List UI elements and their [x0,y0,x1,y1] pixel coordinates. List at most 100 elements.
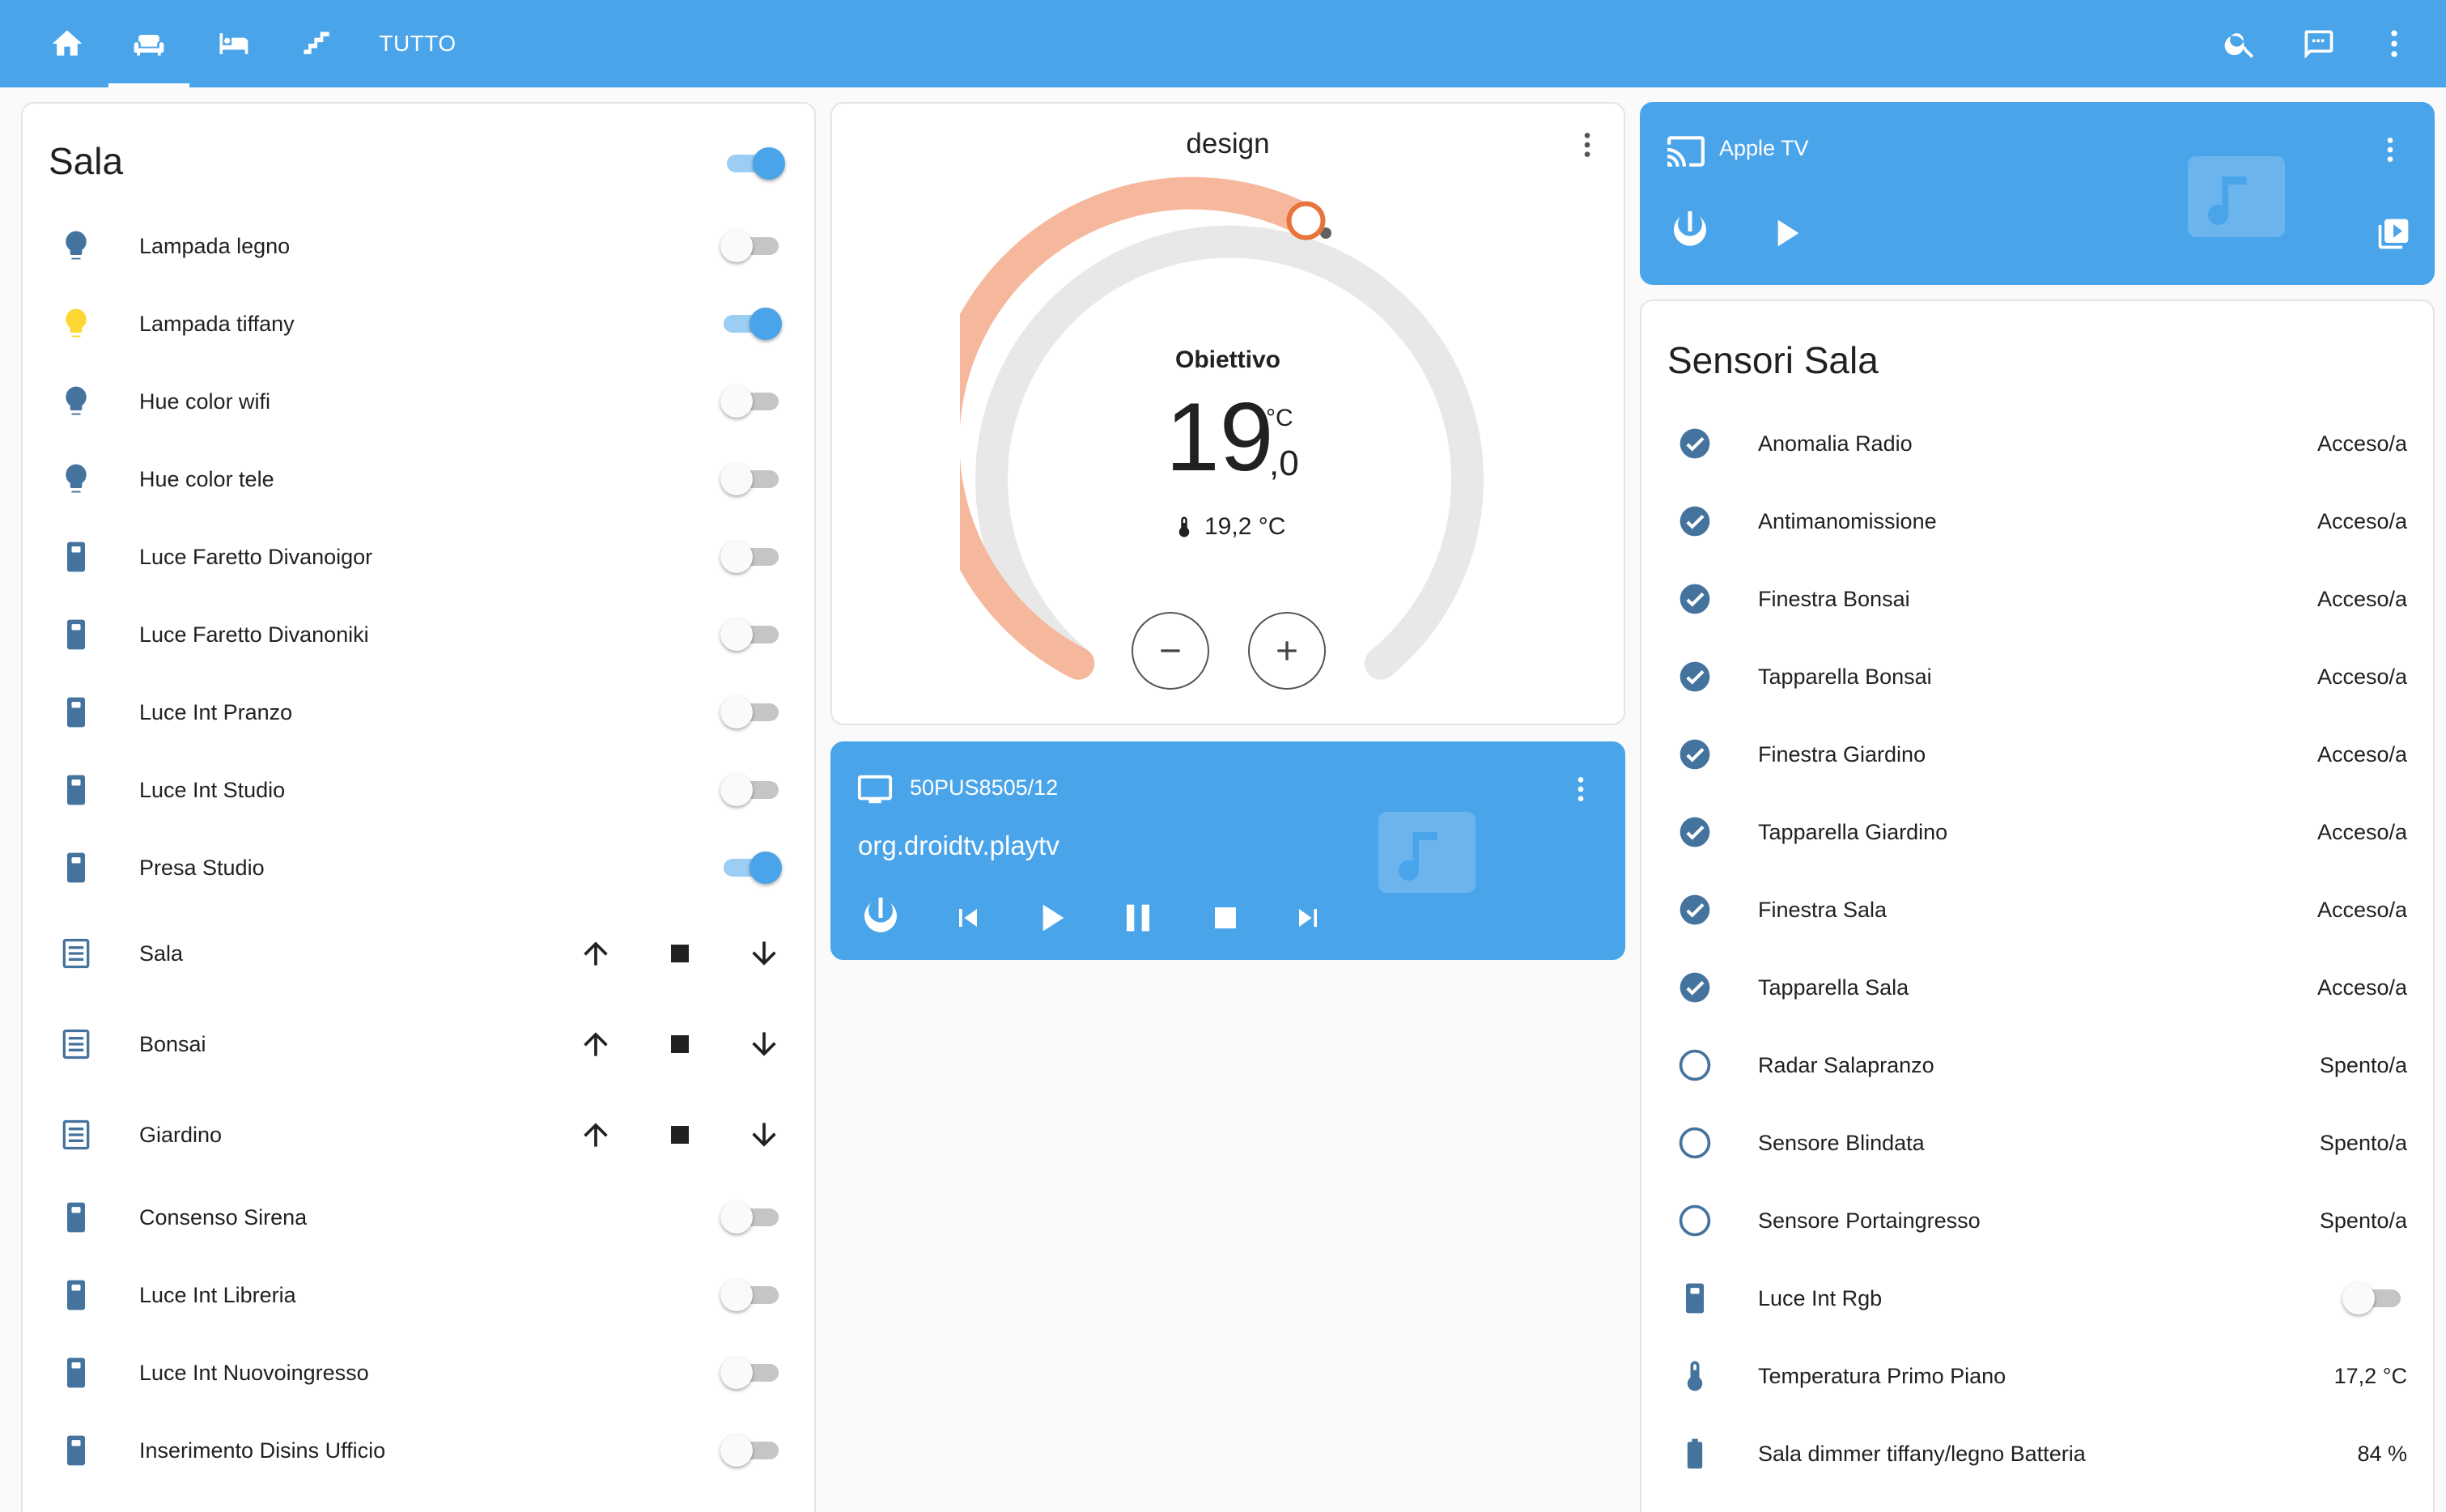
cover-close-button[interactable] [740,1111,788,1159]
sala-master-toggle[interactable] [724,147,785,180]
entity-row[interactable]: Sala dimmer tiffany/legno Batteria 84 % [1641,1421,2433,1486]
apple-tv-menu-button[interactable] [2370,130,2410,170]
overflow-menu-button[interactable] [2372,21,2417,66]
dial-handle[interactable] [1286,201,1326,240]
entity-row[interactable]: Luce Faretto Divanoigor [23,525,814,589]
stop-icon [671,1035,689,1053]
entity-row[interactable]: Giardino [23,1102,814,1167]
entity-toggle[interactable] [720,385,782,418]
assist-button[interactable] [2295,21,2341,66]
switch-icon [57,1276,96,1315]
entity-toggle[interactable] [720,696,782,728]
sensor-row[interactable]: Sensore Blindata Spento/a [1641,1111,2433,1175]
window-shutter-icon [57,1025,96,1064]
bed-icon [219,33,248,54]
entity-toggle[interactable] [720,541,782,573]
entity-row[interactable]: Luce Int Pranzo [23,680,814,745]
increase-temp-button[interactable] [1248,612,1326,690]
entity-toggle[interactable] [720,774,782,806]
apple-tv-power-button[interactable] [1664,206,1716,257]
tv-next-button[interactable] [1287,897,1329,939]
cover-stop-button[interactable] [656,1020,704,1068]
tv-stop-button[interactable] [1203,895,1248,941]
entity-label: Luce Int Studio [139,777,286,802]
entity-label: Luce Faretto Divanoigor [139,544,373,569]
entity-toggle[interactable] [720,230,782,262]
entity-label: Hue color wifi [139,389,271,414]
thermostat-menu-button[interactable] [1567,125,1607,165]
entity-toggle[interactable] [720,308,782,340]
sensor-row[interactable]: Tapparella Giardino Acceso/a [1641,800,2433,864]
check-circle-icon [1675,424,1714,463]
sensor-row[interactable]: Finestra Bonsai Acceso/a [1641,567,2433,631]
cover-open-button[interactable] [571,929,620,978]
entity-toggle[interactable] [720,463,782,495]
card-title: Sala [49,140,124,182]
tv-previous-button[interactable] [947,897,989,939]
apple-tv-browse-button[interactable] [2373,214,2414,254]
entity-row[interactable]: Luce Int Libreria [23,1263,814,1327]
search-button[interactable] [2218,21,2263,66]
entity-row[interactable]: Inserimento Disins Ufficio [23,1418,814,1483]
entity-toggle[interactable] [720,1201,782,1234]
entity-row[interactable]: Luce Int Studio [23,758,814,822]
entity-row[interactable]: Lampada legno [23,214,814,278]
check-circle-icon [1675,968,1714,1007]
entity-row[interactable]: Consenso Sirena [23,1185,814,1250]
power-icon [1674,211,1706,246]
arrow-up-icon [584,1123,608,1147]
tv-power-button[interactable] [855,892,907,944]
apple-tv-card: Apple TV [1640,102,2435,285]
entity-toggle[interactable] [720,1434,782,1467]
cover-open-button[interactable] [571,1111,620,1159]
toggle-knob [720,618,753,651]
sensor-row[interactable]: Finestra Giardino Acceso/a [1641,722,2433,787]
tab-camera[interactable] [196,0,270,87]
cover-open-button[interactable] [571,1020,620,1068]
arrow-up-icon [584,941,608,966]
tab-home[interactable] [32,0,102,87]
decrease-temp-button[interactable] [1132,612,1209,690]
tab-scale[interactable] [280,0,355,87]
cover-close-button[interactable] [740,1020,788,1068]
entity-row[interactable]: Luce Int Rgb [1641,1266,2433,1331]
tv-play-button[interactable] [1026,894,1075,942]
cover-stop-button[interactable] [656,1111,704,1159]
tv-name: 50PUS8505/12 [910,775,1059,800]
toggle-knob [753,147,785,180]
sensor-row[interactable]: Radar Salapranzo Spento/a [1641,1033,2433,1098]
apple-tv-play-button[interactable] [1761,209,1810,257]
entity-row[interactable]: Luce Int Nuovoingresso [23,1340,814,1405]
tv-pause-button[interactable] [1114,894,1162,942]
entity-toggle[interactable] [720,1357,782,1389]
sensor-row[interactable]: Tapparella Sala Acceso/a [1641,955,2433,1020]
entity-toggle[interactable] [2342,1282,2404,1315]
tv-media-card: 50PUS8505/12 org.droidtv.playtv [830,741,1625,960]
sensor-row[interactable]: Finestra Sala Acceso/a [1641,877,2433,942]
entity-row[interactable]: Temperatura Primo Piano 17,2 °C [1641,1344,2433,1408]
entity-toggle[interactable] [720,618,782,651]
cover-close-button[interactable] [740,929,788,978]
media-placeholder-icon [1378,812,1476,893]
top-app-bar: TUTTO [0,0,2446,87]
sensor-row[interactable]: Sensore Portaingresso Spento/a [1641,1188,2433,1253]
bulb-icon [57,460,96,499]
entity-row[interactable]: Presa Studio [23,835,814,900]
entity-row[interactable]: Luce Faretto Divanoniki [23,602,814,667]
entity-row[interactable]: Bonsai [23,1012,814,1077]
sensor-state: Acceso/a [2316,819,2407,844]
entity-toggle[interactable] [720,1279,782,1311]
tv-menu-button[interactable] [1561,769,1601,809]
sensor-row[interactable]: Antimanomissione Acceso/a [1641,489,2433,554]
tab-sala[interactable] [108,0,189,87]
entity-row[interactable]: Lampada tiffany [23,291,814,356]
arrow-down-icon [752,941,776,966]
cover-stop-button[interactable] [656,929,704,978]
sensor-row[interactable]: Tapparella Bonsai Acceso/a [1641,644,2433,709]
tab-tutto[interactable]: TUTTO [369,0,466,87]
entity-row[interactable]: Hue color wifi [23,369,814,434]
sensor-row[interactable]: Anomalia Radio Acceso/a [1641,411,2433,476]
entity-row[interactable]: Hue color tele [23,447,814,512]
entity-row[interactable]: Sala [23,921,814,986]
entity-toggle[interactable] [720,852,782,884]
